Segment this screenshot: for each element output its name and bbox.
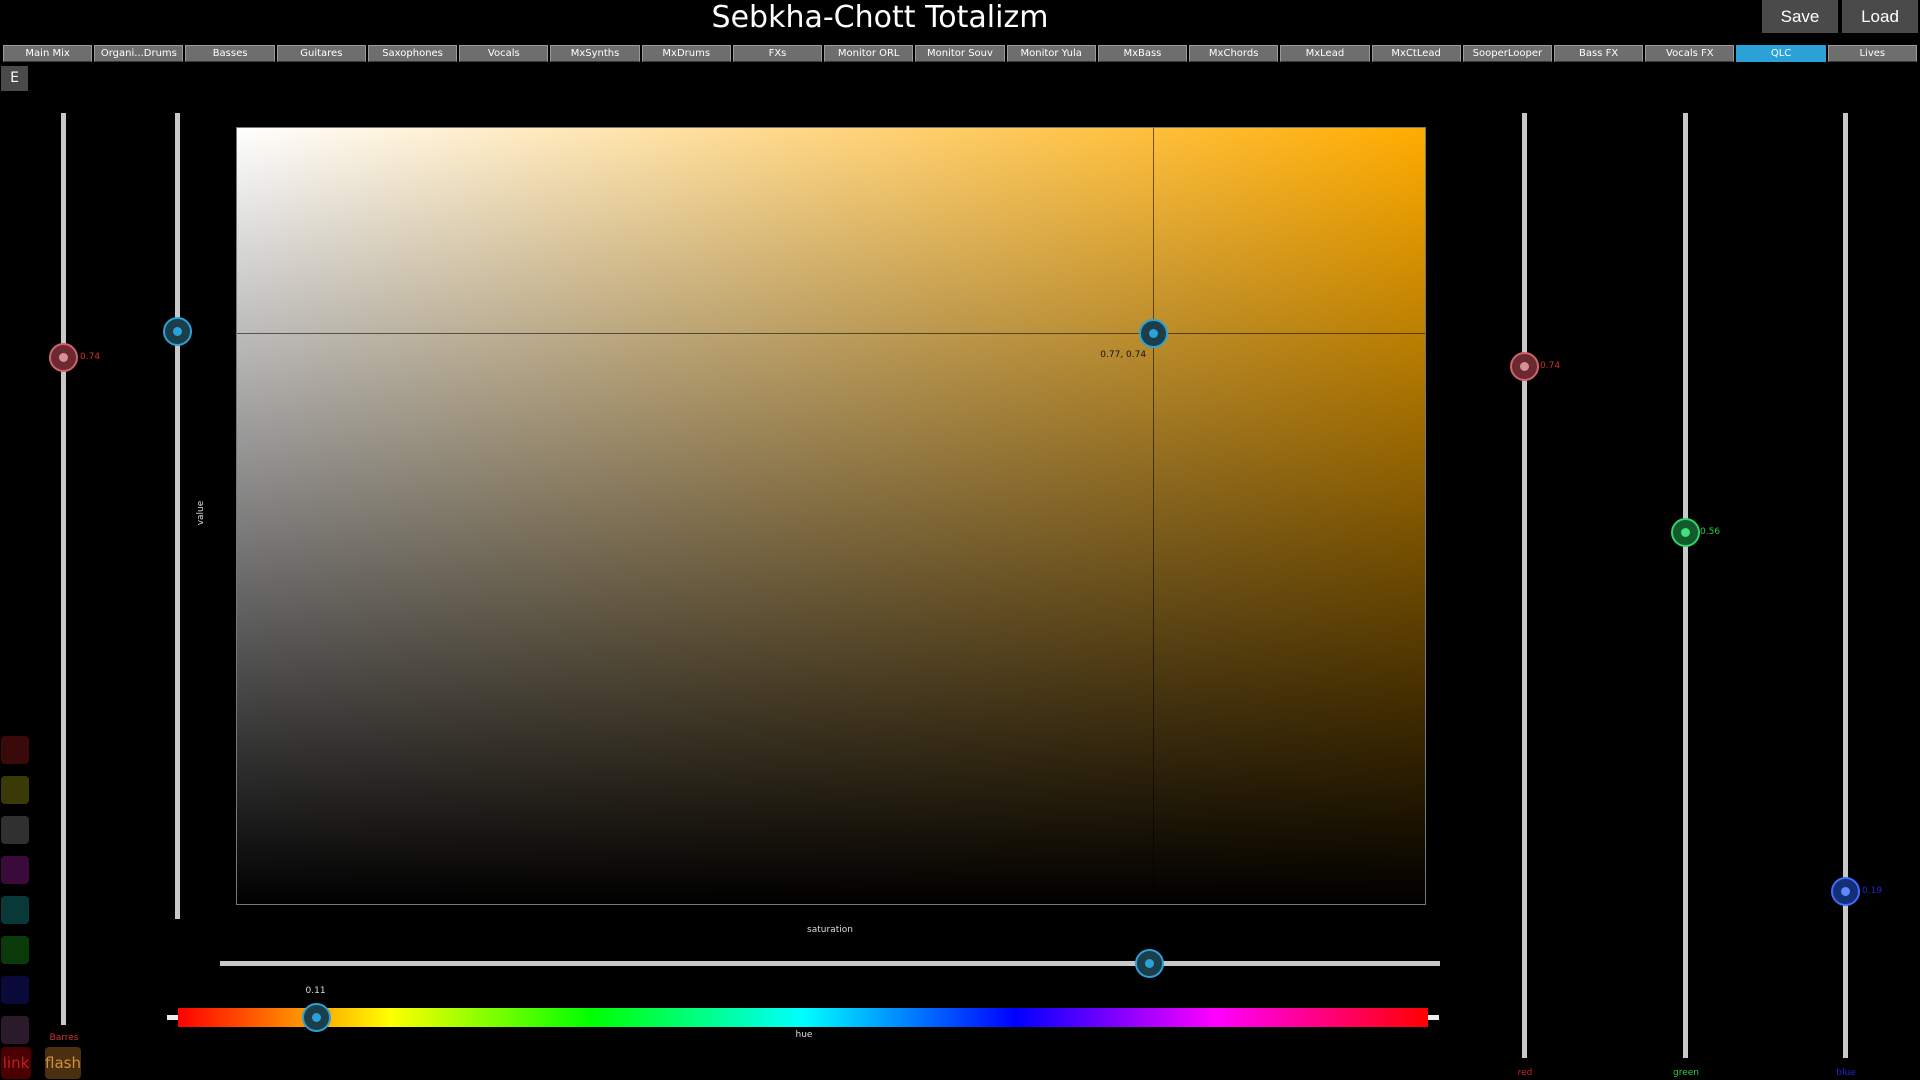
tab-mxsynths[interactable]: MxSynths xyxy=(550,45,640,62)
tab-bar: Main Mix Organi...Drums Basses Guitares Saxo… xyxy=(2,45,1918,62)
tab-qlc[interactable]: QLC xyxy=(1736,45,1826,62)
load-button[interactable]: Load xyxy=(1842,0,1918,33)
green-slider-value: 0.56 xyxy=(1700,527,1721,537)
hue-slider-label: hue xyxy=(795,1030,813,1040)
page-title: Sebkha-Chott Totalizm xyxy=(711,0,1049,35)
swatch-navy[interactable] xyxy=(1,976,29,1004)
tab-mxctlead[interactable]: MxCtLead xyxy=(1371,45,1461,62)
qlc-color-panel: Sebkha-Chott Totalizm Save Load Main Mix… xyxy=(0,0,1920,1080)
picker-coordinates: 0.77, 0.74 xyxy=(1100,350,1147,360)
crosshair-vertical xyxy=(1153,128,1155,904)
left-fader-label: Barres xyxy=(49,1033,79,1043)
crosshair-horizontal xyxy=(237,333,1425,334)
tab-mxchords[interactable]: MxChords xyxy=(1189,45,1279,62)
swatch-grey[interactable] xyxy=(1,816,29,844)
blue-slider-track[interactable] xyxy=(1843,113,1848,1058)
tab-saxophones[interactable]: Saxophones xyxy=(367,45,458,62)
green-slider-track[interactable] xyxy=(1683,113,1688,1058)
swatch-magenta[interactable] xyxy=(1,856,29,884)
value-slider-track[interactable] xyxy=(175,113,180,919)
tab-mxbass[interactable]: MxBass xyxy=(1097,45,1188,62)
tab-guitares[interactable]: Guitares xyxy=(276,45,366,62)
save-button[interactable]: Save xyxy=(1762,0,1838,33)
tab-monitor-orl[interactable]: Monitor ORL xyxy=(824,45,914,62)
tab-monitor-yula[interactable]: Monitor Yula xyxy=(1006,45,1096,62)
swatch-teal[interactable] xyxy=(1,896,29,924)
tab-vocals-fx[interactable]: Vocals FX xyxy=(1645,45,1735,62)
link-button[interactable]: link xyxy=(1,1047,31,1079)
left-fader-track[interactable] xyxy=(61,113,66,1025)
tab-vocals[interactable]: Vocals xyxy=(459,45,549,62)
tab-mxlead[interactable]: MxLead xyxy=(1280,45,1370,62)
red-slider-track[interactable] xyxy=(1522,113,1527,1058)
left-fader-value: 0.74 xyxy=(80,352,101,362)
swatch-red[interactable] xyxy=(1,736,29,764)
saturation-slider-track[interactable] xyxy=(220,961,1440,966)
red-slider-label: red xyxy=(1517,1068,1533,1078)
left-fader-knob[interactable] xyxy=(49,343,78,372)
value-slider-knob[interactable] xyxy=(163,317,192,346)
tab-lives[interactable]: Lives xyxy=(1827,45,1917,62)
hue-slider-knob[interactable] xyxy=(301,1003,331,1032)
picker-knob[interactable] xyxy=(1139,319,1169,348)
tab-organi-drums[interactable]: Organi...Drums xyxy=(94,45,184,62)
saturation-value-picker[interactable]: 0.77, 0.74 xyxy=(236,127,1426,905)
swatch-yellow[interactable] xyxy=(1,776,29,804)
swatch-purple[interactable] xyxy=(1,1016,29,1044)
tab-basses[interactable]: Basses xyxy=(185,45,275,62)
red-slider-knob[interactable] xyxy=(1510,352,1539,381)
hue-slider-value: 0.11 xyxy=(305,986,326,996)
swatch-green[interactable] xyxy=(1,936,29,964)
hue-slider-track[interactable] xyxy=(178,1008,1428,1027)
blue-slider-knob[interactable] xyxy=(1831,877,1860,906)
tab-monitor-souv[interactable]: Monitor Souv xyxy=(915,45,1005,62)
tab-mxdrums[interactable]: MxDrums xyxy=(641,45,731,62)
edit-button[interactable]: E xyxy=(1,66,28,91)
saturation-slider-label: saturation xyxy=(807,925,853,935)
tab-fxs[interactable]: FXs xyxy=(732,45,823,62)
green-slider-knob[interactable] xyxy=(1671,518,1700,547)
value-slider-label: value xyxy=(196,500,206,526)
tab-sooperlooper[interactable]: SooperLooper xyxy=(1462,45,1552,62)
blue-slider-value: 0.19 xyxy=(1862,886,1883,896)
green-slider-label: green xyxy=(1673,1068,1699,1078)
blue-slider-label: blue xyxy=(1836,1068,1856,1078)
tab-main-mix[interactable]: Main Mix xyxy=(3,45,93,62)
saturation-slider-knob[interactable] xyxy=(1135,949,1164,978)
red-slider-value: 0.74 xyxy=(1540,361,1561,371)
tab-bass-fx[interactable]: Bass FX xyxy=(1553,45,1644,62)
flash-button[interactable]: flash xyxy=(45,1047,81,1079)
